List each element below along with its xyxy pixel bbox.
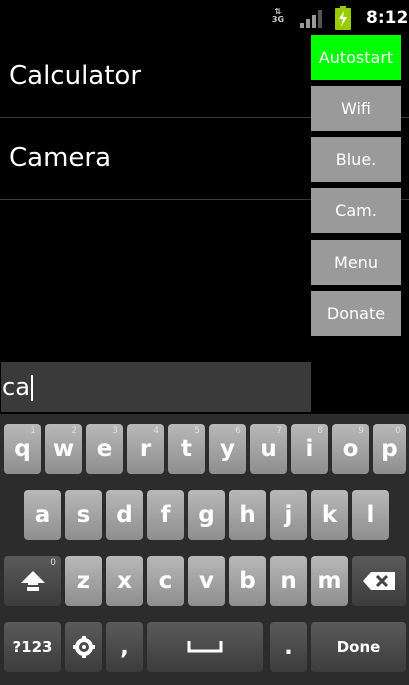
menu-button[interactable]: Menu [311,240,401,285]
network-type: 3G [271,15,285,24]
bluetooth-button[interactable]: Blue. [311,137,401,182]
autostart-button[interactable]: Autostart [311,35,401,80]
key-i[interactable]: 8i [291,424,328,474]
data-arrows-icon: ⇅ 3G [269,8,287,30]
search-input[interactable]: ca [1,362,311,412]
battery-charging-icon [335,6,351,30]
key-label: w [52,436,75,462]
key-o[interactable]: 9o [332,424,369,474]
backspace-key[interactable] [352,556,406,606]
camera-button[interactable]: Cam. [311,188,401,233]
soft-keyboard: 1q 2w 3e 4r 5t 6y 7u 8i 9o 0p a s d f g … [0,414,409,685]
space-key[interactable] [147,622,263,672]
key-t[interactable]: 5t [168,424,205,474]
key-j[interactable]: j [270,490,307,540]
key-g[interactable]: g [188,490,225,540]
settings-key[interactable] [65,622,102,672]
key-w[interactable]: 2w [45,424,82,474]
app-label: Camera [9,143,112,173]
key-label: y [220,436,235,462]
key-u[interactable]: 7u [250,424,287,474]
shift-key[interactable]: 0 [4,556,61,606]
key-label: o [342,436,359,462]
space-bar-icon [187,641,223,653]
key-s[interactable]: s [65,490,102,540]
key-label: e [96,436,113,462]
key-hint: 4 [153,426,159,436]
key-h[interactable]: h [229,490,266,540]
key-hint: 5 [194,426,200,436]
wifi-button[interactable]: Wifi [311,86,401,131]
key-hint: 0 [395,426,401,436]
key-hint: 1 [30,426,36,436]
key-f[interactable]: f [147,490,184,540]
key-y[interactable]: 6y [209,424,246,474]
key-r[interactable]: 4r [127,424,164,474]
key-label: r [139,436,152,462]
key-hint: 7 [276,426,282,436]
key-e[interactable]: 3e [86,424,123,474]
key-label: p [381,436,398,462]
key-c[interactable]: c [147,556,184,606]
key-hint: 0 [50,558,56,568]
key-hint: 3 [112,426,118,436]
app-label: Calculator [9,61,142,91]
done-button[interactable]: Done [311,622,406,672]
key-q[interactable]: 1q [4,424,41,474]
signal-icon [300,10,322,28]
key-z[interactable]: z [65,556,102,606]
key-x[interactable]: x [106,556,143,606]
symbols-key[interactable]: ?123 [4,622,61,672]
key-hint: 9 [358,426,364,436]
key-a[interactable]: a [24,490,61,540]
key-label: q [14,436,31,462]
status-bar: ⇅ 3G 8:12 [0,0,409,36]
shift-arrow-icon [20,571,45,591]
key-m[interactable]: m [311,556,348,606]
search-input-value: ca [2,373,30,401]
key-label: i [305,436,314,462]
key-n[interactable]: n [270,556,307,606]
key-hint: 6 [235,426,241,436]
key-hint: 8 [317,426,323,436]
key-p[interactable]: 0p [373,424,406,474]
text-caret [30,375,33,401]
key-label: t [181,436,192,462]
key-label: u [260,436,277,462]
key-l[interactable]: l [352,490,389,540]
gear-icon [72,636,95,658]
key-d[interactable]: d [106,490,143,540]
key-v[interactable]: v [188,556,225,606]
backspace-icon [363,572,395,590]
donate-button[interactable]: Donate [311,291,401,336]
key-hint: 2 [71,426,77,436]
key-k[interactable]: k [311,490,348,540]
period-key[interactable]: . [270,622,307,672]
clock: 8:12 [366,8,409,28]
key-b[interactable]: b [229,556,266,606]
comma-key[interactable]: , [106,622,143,672]
